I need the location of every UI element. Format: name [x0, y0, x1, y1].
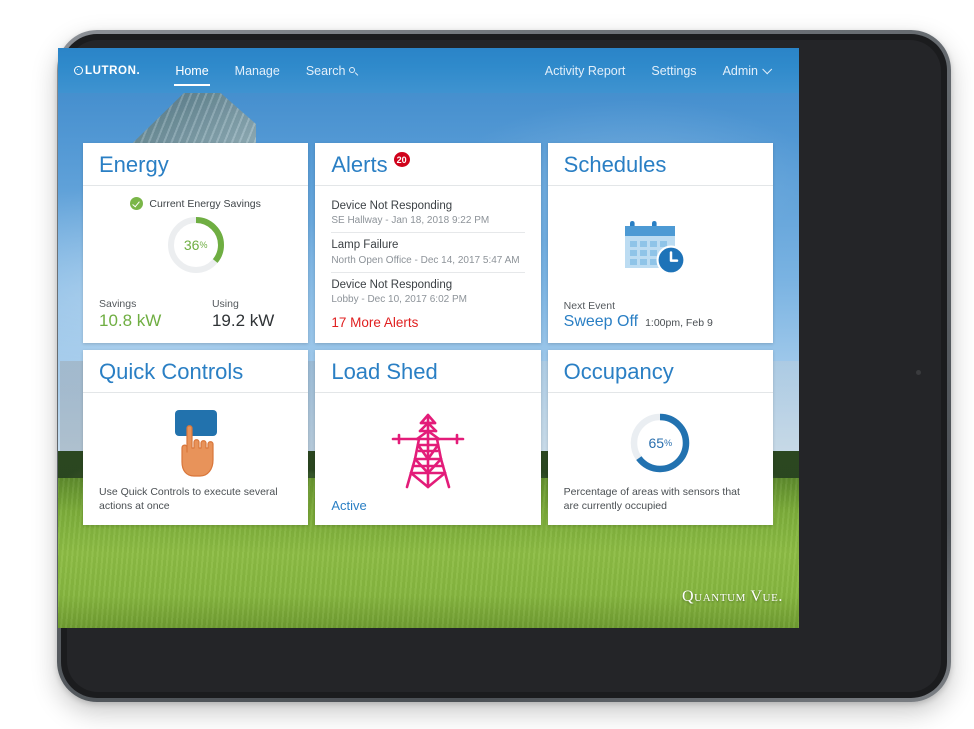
nav-item-search[interactable]: Search: [293, 60, 372, 82]
quick-controls-icon-wrap: [99, 405, 292, 485]
lutron-logo[interactable]: LUTRON.: [74, 65, 140, 77]
card-alerts-body: Device Not Responding SE Hallway - Jan 1…: [315, 186, 540, 343]
card-alerts-header: Alerts 20: [315, 143, 541, 186]
energy-stat-savings-label: Savings: [99, 298, 137, 310]
card-quick-controls-header: Quick Controls: [83, 350, 309, 393]
more-alerts-link[interactable]: 17 More Alerts: [331, 315, 524, 330]
card-load-shed-body: Active: [315, 393, 540, 525]
card-occupancy-header: Occupancy: [547, 350, 773, 393]
card-quick-controls-body: Use Quick Controls to execute several ac…: [83, 393, 308, 525]
power-tower-icon: [391, 413, 465, 488]
card-occupancy-title: Occupancy: [563, 359, 674, 384]
energy-savings-gauge: 36%: [165, 214, 227, 276]
nav-item-home-label: Home: [175, 63, 209, 78]
energy-gauge-number: 36: [183, 237, 200, 253]
lutron-eye-icon: [74, 66, 83, 75]
nav-right-group: Activity Report Settings Admin: [532, 60, 783, 82]
energy-stat-savings-value: 10.8 kW: [99, 311, 162, 330]
card-schedules-title: Schedules: [563, 152, 667, 177]
alert-title: Lamp Failure: [331, 239, 399, 252]
occupancy-caption: Percentage of areas with sensors that ar…: [563, 485, 740, 512]
energy-stat-using: Using 19.2 kW: [212, 298, 274, 331]
occupancy-gauge-suffix: %: [664, 437, 673, 448]
occupancy-gauge: 65%: [627, 410, 693, 476]
next-event-label: Next Event: [563, 300, 616, 312]
alert-meta: Lobby - Dec 10, 2017 6:02 PM: [331, 294, 467, 306]
schedules-next-event: Next Event Sweep Off 1:00pm, Feb 9: [564, 300, 757, 331]
energy-gauge-wrap: 36%: [99, 214, 292, 276]
current-energy-savings-row: Current Energy Savings: [99, 197, 292, 210]
alert-meta: North Open Office - Dec 14, 2017 5:47 AM: [331, 254, 520, 266]
quick-controls-caption: Use Quick Controls to execute several ac…: [99, 485, 278, 512]
card-load-shed-title: Load Shed: [331, 359, 438, 384]
card-occupancy[interactable]: Occupancy 65% Percentage of areas with s…: [547, 350, 773, 525]
alerts-count-badge: 20: [393, 152, 410, 167]
check-circle-icon: [130, 197, 144, 210]
alert-title: Device Not Responding: [331, 200, 453, 212]
alert-title: Device Not Responding: [331, 278, 453, 291]
load-shed-status[interactable]: Active: [331, 498, 524, 513]
nav-item-activity-report-label: Activity Report: [544, 63, 626, 78]
alert-list-item[interactable]: Device Not Responding SE Hallway - Jan 1…: [331, 194, 525, 234]
occupancy-gauge-value: 65%: [627, 410, 693, 476]
energy-stat-using-label: Using: [211, 298, 239, 310]
next-event-time: 1:00pm, Feb 9: [645, 317, 713, 329]
card-energy[interactable]: Energy Current Energy Savings 36% Saving…: [83, 143, 309, 343]
occupancy-gauge-wrap: 65%: [564, 401, 757, 485]
card-energy-title: Energy: [99, 152, 169, 177]
load-shed-icon-wrap: [331, 403, 524, 498]
lutron-wordmark: LUTRON: [85, 64, 137, 77]
energy-gauge-value: 36%: [165, 214, 227, 276]
alert-list-item[interactable]: Device Not Responding Lobby - Dec 10, 20…: [331, 273, 524, 311]
next-event-name[interactable]: Sweep Off: [564, 313, 638, 331]
card-schedules-body: Next Event Sweep Off 1:00pm, Feb 9: [548, 186, 773, 343]
nav-item-manage[interactable]: Manage: [222, 60, 293, 82]
calendar-clock-icon: [625, 221, 686, 275]
lutron-logo-dot: .: [136, 64, 141, 77]
tablet-screen: LUTRON. Home Manage Search Activity Repo…: [58, 48, 799, 628]
card-occupancy-body: 65% Percentage of areas with sensors tha…: [548, 393, 773, 525]
tablet-camera-icon: [916, 370, 921, 375]
card-alerts[interactable]: Alerts 20 Device Not Responding SE Hallw…: [315, 143, 541, 343]
card-quick-controls-title: Quick Controls: [99, 359, 244, 384]
energy-stat-savings: Savings 10.8 kW: [99, 298, 161, 331]
occupancy-gauge-number: 65: [648, 434, 665, 451]
card-energy-header: Energy: [83, 143, 309, 186]
nav-item-search-label: Search: [305, 63, 346, 78]
nav-item-activity-report[interactable]: Activity Report: [532, 60, 639, 82]
next-event-row: Sweep Off 1:00pm, Feb 9: [564, 313, 757, 331]
quantum-vue-watermark: Quantum Vue.: [682, 588, 783, 605]
nav-item-settings[interactable]: Settings: [638, 60, 709, 82]
nav-left-group: LUTRON. Home Manage Search: [74, 60, 372, 86]
alerts-list: Device Not Responding SE Hallway - Jan 1…: [331, 194, 525, 311]
nav-item-home[interactable]: Home: [162, 60, 221, 86]
dashboard-card-grid: Energy Current Energy Savings 36% Saving…: [83, 143, 773, 525]
chevron-down-icon: [762, 63, 773, 74]
search-icon: [349, 66, 358, 76]
schedules-icon-wrap: [564, 192, 757, 300]
nav-item-manage-label: Manage: [234, 63, 280, 78]
hand-pressing-button-icon: [174, 409, 217, 477]
card-alerts-title: Alerts: [331, 152, 388, 177]
nav-item-admin[interactable]: Admin: [710, 60, 783, 82]
current-energy-savings-label: Current Energy Savings: [149, 197, 261, 210]
card-quick-controls[interactable]: Quick Controls Use Quick Controls to exe…: [83, 350, 309, 525]
energy-stats-row: Savings 10.8 kW Using 19.2 kW: [99, 294, 292, 331]
nav-item-settings-label: Settings: [651, 63, 697, 78]
top-navigation-bar: LUTRON. Home Manage Search Activity Repo…: [58, 48, 799, 93]
card-energy-body: Current Energy Savings 36% Savings 10.8: [83, 186, 308, 343]
energy-gauge-suffix: %: [199, 240, 208, 250]
alert-list-item[interactable]: Lamp Failure North Open Office - Dec 14,…: [331, 233, 525, 273]
card-load-shed[interactable]: Load Shed Active: [315, 350, 541, 525]
card-schedules[interactable]: Schedules Next Event Sweep Off 1:00pm, F…: [547, 143, 773, 343]
card-load-shed-header: Load Shed: [315, 350, 541, 393]
alert-meta: SE Hallway - Jan 18, 2018 9:22 PM: [331, 215, 490, 227]
card-schedules-header: Schedules: [547, 143, 773, 186]
energy-stat-using-value: 19.2 kW: [211, 311, 275, 330]
nav-item-admin-label: Admin: [722, 63, 758, 78]
